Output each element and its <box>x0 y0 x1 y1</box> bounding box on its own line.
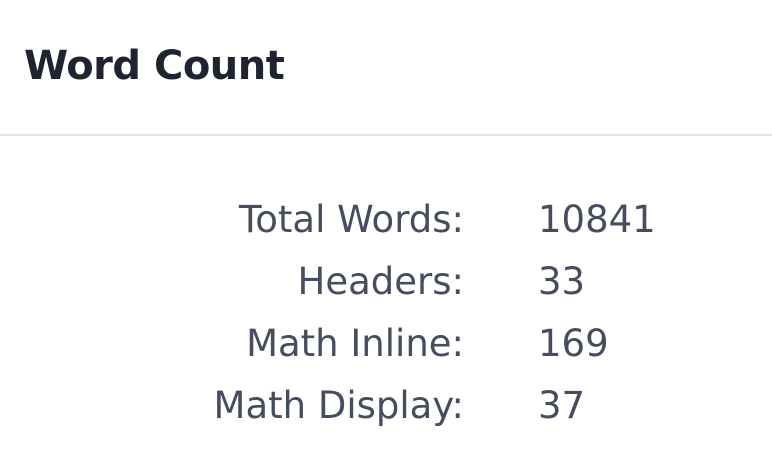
stat-value: 37 <box>538 384 586 427</box>
stat-value: 169 <box>538 322 609 365</box>
stat-label: Math Inline: <box>246 322 464 365</box>
stat-label: Headers: <box>297 260 464 303</box>
dialog-title: Word Count <box>24 43 285 89</box>
word-count-dialog: Word Count Total Words: 10841 Headers: 3… <box>0 0 772 476</box>
stat-label: Total Words: <box>238 198 464 241</box>
word-count-stats: Total Words: 10841 Headers: 33 Math Inli… <box>0 192 772 440</box>
stat-row-total-words: Total Words: 10841 <box>0 192 772 254</box>
stat-value: 10841 <box>538 198 656 241</box>
stat-label: Math Display: <box>213 384 464 427</box>
stat-value: 33 <box>538 260 586 303</box>
stat-row-math-inline: Math Inline: 169 <box>0 316 772 378</box>
stat-row-math-display: Math Display: 37 <box>0 378 772 440</box>
dialog-header: Word Count <box>0 0 772 136</box>
stat-row-headers: Headers: 33 <box>0 254 772 316</box>
